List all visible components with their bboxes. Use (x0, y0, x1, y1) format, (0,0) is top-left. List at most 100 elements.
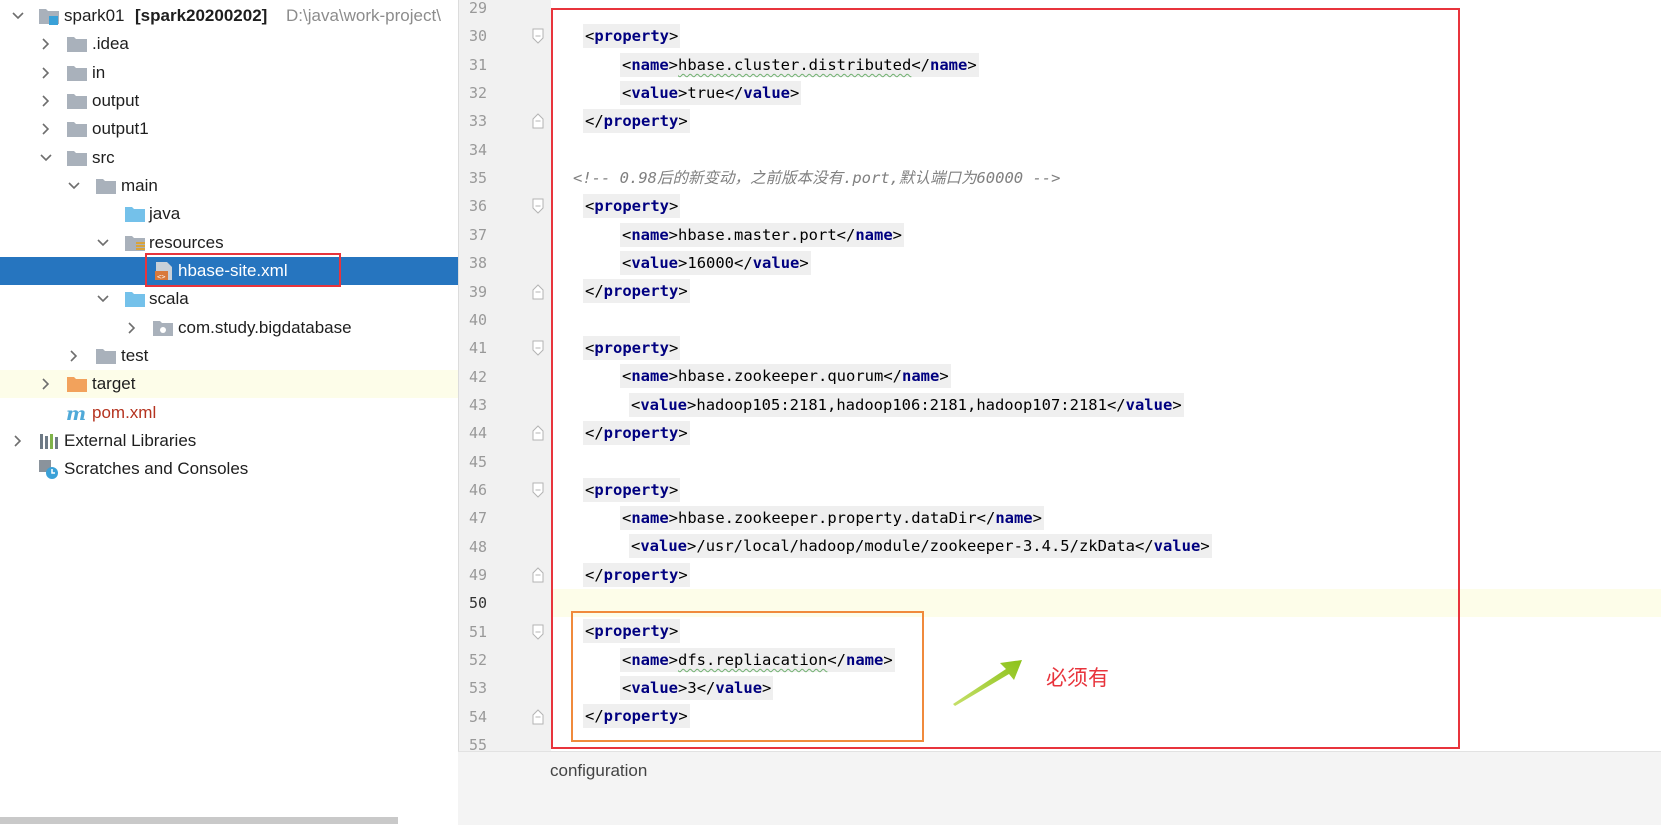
line-number: 45 (468, 453, 487, 471)
folder-icon (66, 119, 88, 139)
tree-item-label: pom.xml (92, 403, 157, 422)
line-number: 30 (468, 27, 487, 45)
tree-item-label: com.study.bigdatabase (178, 318, 352, 337)
resources-folder-icon (124, 233, 146, 253)
tree-item-label: in (92, 63, 106, 82)
tree-item-external-libraries[interactable]: External Libraries (0, 427, 458, 455)
chevron-down-icon[interactable] (10, 2, 26, 30)
line-number: 34 (468, 141, 487, 159)
module-folder-icon (38, 6, 60, 26)
fold-open-icon[interactable] (531, 28, 545, 44)
tree-item-test[interactable]: test (0, 342, 458, 370)
tree-item-label: target (92, 374, 136, 393)
folder-icon (66, 91, 88, 111)
folder-icon (95, 346, 117, 366)
tree-item-label: .idea (92, 34, 129, 53)
excluded-folder-icon (66, 374, 88, 394)
libraries-icon (38, 431, 60, 451)
line-number: 36 (468, 197, 487, 215)
tree-item-label: output1 (92, 119, 149, 138)
maven-file-icon: m (66, 403, 88, 425)
fold-open-icon[interactable] (531, 340, 545, 356)
fold-open-icon[interactable] (531, 482, 545, 498)
tree-item-in[interactable]: in (0, 59, 458, 87)
line-number: 54 (468, 708, 487, 726)
line-number: 37 (468, 226, 487, 244)
tree-item-label: scala (149, 289, 189, 308)
tree-item-pom-xml[interactable]: m pom.xml (0, 399, 458, 427)
chevron-down-icon[interactable] (95, 229, 111, 257)
line-number: 52 (468, 651, 487, 669)
fold-close-icon[interactable] (531, 284, 545, 300)
folder-icon (95, 176, 117, 196)
line-number: 31 (468, 56, 487, 74)
source-folder-icon (124, 289, 146, 309)
tree-item-label: Scratches and Consoles (64, 459, 249, 478)
fold-open-icon[interactable] (531, 624, 545, 640)
project-tree-panel: spark01 [spark20200202] D:\java\work-pro… (0, 0, 458, 824)
tree-item-java[interactable]: java (0, 200, 458, 228)
line-number: 33 (468, 112, 487, 130)
tree-item-src[interactable]: src (0, 144, 458, 172)
folder-icon (66, 63, 88, 83)
fold-close-icon[interactable] (531, 567, 545, 583)
package-icon (152, 318, 174, 338)
tree-item-target[interactable]: target (0, 370, 458, 398)
line-number: 39 (468, 283, 487, 301)
root-module-name: [spark20200202] (135, 6, 268, 25)
horizontal-scrollbar[interactable] (0, 817, 398, 824)
breadcrumb-bar: configuration (458, 751, 1661, 825)
tree-item-label: test (121, 346, 149, 365)
chevron-down-icon[interactable] (38, 144, 54, 172)
tree-item-label: main (121, 176, 158, 195)
svg-text:m: m (66, 403, 86, 423)
line-number: 42 (468, 368, 487, 386)
chevron-right-icon[interactable] (38, 59, 54, 87)
line-number: 38 (468, 254, 487, 272)
line-number: 51 (468, 623, 487, 641)
chevron-right-icon[interactable] (38, 115, 54, 143)
line-number: 50 (468, 594, 487, 612)
source-folder-icon (124, 204, 146, 224)
tree-item-scratches[interactable]: Scratches and Consoles (0, 455, 458, 483)
fold-close-icon[interactable] (531, 113, 545, 129)
fold-close-icon[interactable] (531, 709, 545, 725)
tree-item-idea[interactable]: .idea (0, 30, 458, 58)
chevron-down-icon[interactable] (66, 172, 82, 200)
chevron-right-icon[interactable] (38, 87, 54, 115)
line-number: 53 (468, 679, 487, 697)
annotation-orange-box (571, 611, 924, 742)
tree-item-label: External Libraries (64, 431, 197, 450)
scratches-icon (38, 459, 60, 479)
tree-item-output[interactable]: output (0, 87, 458, 115)
breadcrumb-item[interactable]: configuration (550, 761, 647, 781)
folder-icon (66, 34, 88, 54)
line-number: 35 (468, 169, 487, 187)
chevron-down-icon[interactable] (95, 285, 111, 313)
line-number: 48 (468, 538, 487, 556)
line-number: 46 (468, 481, 487, 499)
annotation-note: 必须有 (1046, 666, 1109, 690)
fold-open-icon[interactable] (531, 198, 545, 214)
tree-item-output1[interactable]: output1 (0, 115, 458, 143)
line-number: 49 (468, 566, 487, 584)
tree-item-main[interactable]: main (0, 172, 458, 200)
chevron-right-icon[interactable] (66, 342, 82, 370)
chevron-right-icon[interactable] (124, 314, 140, 342)
chevron-right-icon[interactable] (10, 427, 26, 455)
tree-item-label: java (149, 204, 181, 223)
tree-item-scala[interactable]: scala (0, 285, 458, 313)
line-number: 41 (468, 339, 487, 357)
line-number-gutter: 29 30 31 32 33 34 35 36 37 38 39 40 41 42 43 44 45 46 47 48… (458, 0, 551, 798)
fold-close-icon[interactable] (531, 425, 545, 441)
tree-row-root[interactable]: spark01 [spark20200202] D:\java\work-pro… (0, 2, 458, 30)
line-number: 44 (468, 424, 487, 442)
root-project-path: D:\java\work-project\ (286, 6, 441, 25)
line-number: 43 (468, 396, 487, 414)
tree-item-package[interactable]: com.study.bigdatabase (0, 314, 458, 342)
line-number: 40 (468, 311, 487, 329)
chevron-right-icon[interactable] (38, 370, 54, 398)
chevron-right-icon[interactable] (38, 30, 54, 58)
line-number: 32 (468, 84, 487, 102)
line-number: 47 (468, 509, 487, 527)
